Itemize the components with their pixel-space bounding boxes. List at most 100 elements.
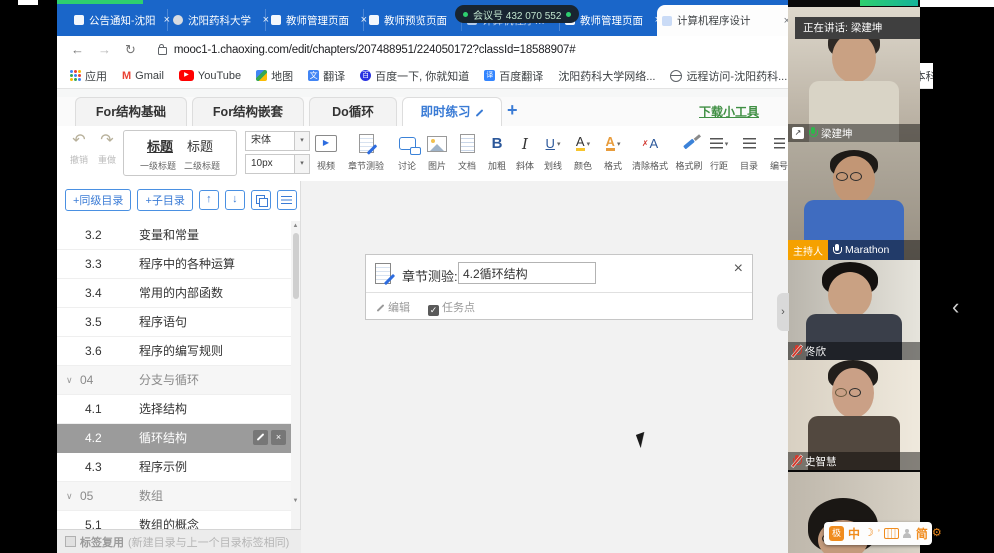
redo-button[interactable]: ↷ 重做: [95, 132, 119, 168]
toc-row-3-6[interactable]: 3.6程序的编写规则: [57, 337, 291, 366]
youtube-icon: ▶: [179, 70, 194, 81]
scroll-down-icon[interactable]: ▼: [291, 498, 300, 504]
toolbar-discussion-button[interactable]: 讨论: [391, 131, 423, 175]
task-point-toggle[interactable]: ✓任务点: [428, 299, 475, 316]
browser-tab-4[interactable]: 教师预览页面 ×: [363, 9, 470, 31]
forward-icon[interactable]: →: [98, 42, 111, 57]
download-tool-link[interactable]: 下载小工具: [699, 103, 759, 120]
label-reuse-checkbox[interactable]: [65, 536, 76, 547]
toolbar-format-button[interactable]: A▾ 格式: [597, 131, 629, 175]
chevron-down-icon[interactable]: ▾: [294, 155, 309, 173]
url-text[interactable]: mooc1-1.chaoxing.com/edit/chapters/20748…: [174, 44, 576, 56]
tab-favicon: [173, 15, 183, 25]
chevron-down-icon[interactable]: ▾: [294, 132, 309, 150]
video-tile-shizhihui[interactable]: 史智慧: [788, 360, 920, 470]
ime-simplified-toggle[interactable]: 简: [916, 525, 928, 542]
toolbar-document-button[interactable]: 文档: [451, 131, 483, 175]
font-size-select[interactable]: 10px ▾: [245, 154, 310, 174]
outline-view-button[interactable]: [277, 190, 297, 210]
screen-share-icon: ↗: [792, 127, 804, 139]
editor-tab-do-loop[interactable]: Do循环: [309, 97, 397, 126]
video-tile-tongxin[interactable]: 佟欣: [788, 260, 920, 360]
toc-row-3-4[interactable]: 3.4常用的内部函数: [57, 279, 291, 308]
undo-button[interactable]: ↶ 撤销: [67, 132, 91, 168]
toolbar-toc-button[interactable]: 目录: [733, 131, 765, 175]
bookmark-apps[interactable]: 应用: [70, 68, 107, 84]
keyboard-icon[interactable]: [884, 528, 899, 539]
panel-collapse-handle[interactable]: ›: [777, 293, 789, 331]
bookmark-translate[interactable]: 文翻译: [308, 68, 345, 84]
maps-icon: [256, 70, 267, 81]
scroll-up-icon[interactable]: ▲: [291, 223, 300, 229]
moon-icon[interactable]: ☽: [864, 528, 874, 539]
document-icon: [460, 134, 475, 153]
meeting-id-pill[interactable]: 会议号 432 070 552: [455, 5, 579, 23]
share-accent-bar-right: [860, 0, 918, 6]
back-icon[interactable]: ←: [71, 42, 84, 57]
bookmark-gmail[interactable]: MGmail: [122, 70, 164, 82]
participant-name: Marathon: [845, 244, 889, 256]
gear-icon[interactable]: ⚙: [932, 528, 942, 539]
toc-row-3-2[interactable]: 3.2变量和常量: [57, 221, 291, 250]
toc-row-5-1[interactable]: 5.1数组的概念: [57, 511, 291, 530]
toc-row-4-1[interactable]: 4.1选择结构: [57, 395, 291, 424]
ime-logo-icon[interactable]: 极: [829, 526, 844, 541]
move-down-button[interactable]: ↓: [225, 190, 245, 210]
edit-chapter-button[interactable]: [253, 430, 268, 445]
browser-tab-3[interactable]: 教师管理页面 ×: [265, 9, 372, 31]
browser-tab-2[interactable]: 沈阳药科大学 ×: [167, 9, 274, 31]
ime-lang-toggle[interactable]: 中: [848, 525, 860, 542]
toc-section-04[interactable]: ∨04分支与循环: [57, 366, 291, 395]
close-icon[interactable]: ×: [734, 261, 743, 277]
toolbar-video-button[interactable]: ▶ 视频: [310, 131, 342, 175]
bookmark-youtube[interactable]: ▶YouTube: [179, 70, 241, 82]
quiz-title-input[interactable]: [458, 262, 596, 284]
reload-icon[interactable]: ↻: [125, 42, 136, 58]
toc-row-4-2-selected[interactable]: 4.2 循环结构 ×: [57, 424, 291, 453]
scrollbar-thumb[interactable]: [293, 233, 299, 299]
toolbar-underline-button[interactable]: U▾ 划线: [537, 131, 569, 175]
toc-section-05[interactable]: ∨05数组: [57, 482, 291, 511]
user-icon[interactable]: [903, 529, 912, 539]
add-editor-tab-button[interactable]: +: [507, 100, 518, 121]
editor-tab-practice-active[interactable]: 即时练习: [402, 97, 502, 126]
heading-style-picker[interactable]: 标题 标题 一级标题 二级标题: [123, 130, 237, 176]
bookmark-maps[interactable]: 地图: [256, 68, 293, 84]
top-right-sliver: [918, 0, 994, 7]
toc-row-3-5[interactable]: 3.5程序语句: [57, 308, 291, 337]
toc-row-4-3[interactable]: 4.3程序示例: [57, 453, 291, 482]
browser-tab-1[interactable]: 公告通知-沈阳 ×: [69, 9, 175, 31]
toolbar-image-button[interactable]: 图片: [421, 131, 453, 175]
italic-icon: I: [522, 135, 528, 153]
font-family-select[interactable]: 宋体 ▾: [245, 131, 310, 151]
mic-muted-icon: [792, 345, 801, 358]
add-sibling-directory-button[interactable]: +同级目录: [65, 189, 131, 211]
bookmark-baidu[interactable]: 百百度一下, 你就知道: [360, 68, 469, 84]
edit-pencil-icon: [475, 109, 483, 117]
collapse-chevron-icon[interactable]: ‹: [952, 294, 959, 320]
toolbar-format-painter-button[interactable]: 格式刷: [673, 131, 705, 175]
video-tile-marathon[interactable]: 主持人 Marathon: [788, 142, 920, 260]
bookmark-syphu-network[interactable]: 沈阳药科大学网络...: [558, 68, 655, 84]
browser-tab-7-active[interactable]: 计算机程序设计 ×: [657, 5, 795, 36]
toolbar-line-spacing-button[interactable]: ▾ 行距: [703, 131, 735, 175]
add-child-directory-button[interactable]: +子目录: [137, 189, 192, 211]
toolbar-clear-format-button[interactable]: ✗A 清除格式: [629, 131, 671, 175]
toc-row-3-3[interactable]: 3.3程序中的各种运算: [57, 250, 291, 279]
delete-chapter-button[interactable]: ×: [271, 430, 286, 445]
chevron-down-icon[interactable]: ∨: [66, 366, 73, 394]
editor-tab-for-basic[interactable]: For结构基础: [75, 97, 187, 126]
chevron-down-icon[interactable]: ∨: [66, 482, 73, 510]
editor-tab-for-nested[interactable]: For结构嵌套: [192, 97, 304, 126]
punctuation-icon[interactable]: ’: [878, 529, 880, 538]
toolbar-chapter-quiz-button[interactable]: 章节测验: [345, 131, 387, 175]
bookmark-remote-access[interactable]: 远程访问-沈阳药科...: [670, 68, 787, 84]
toc-scrollbar[interactable]: ▲ ▼: [291, 221, 300, 530]
tab-title: 沈阳药科大学: [188, 13, 258, 28]
ime-toolbar[interactable]: 极 中 ☽ ’ 简 ⚙: [824, 522, 932, 545]
bookmark-baidu-fanyi[interactable]: 译百度翻译: [484, 68, 543, 84]
edit-link[interactable]: 编辑: [376, 299, 410, 315]
move-up-button[interactable]: ↑: [199, 190, 219, 210]
toolbar-font-color-button[interactable]: A▾ 颜色: [567, 131, 599, 175]
copy-button[interactable]: [251, 190, 271, 210]
